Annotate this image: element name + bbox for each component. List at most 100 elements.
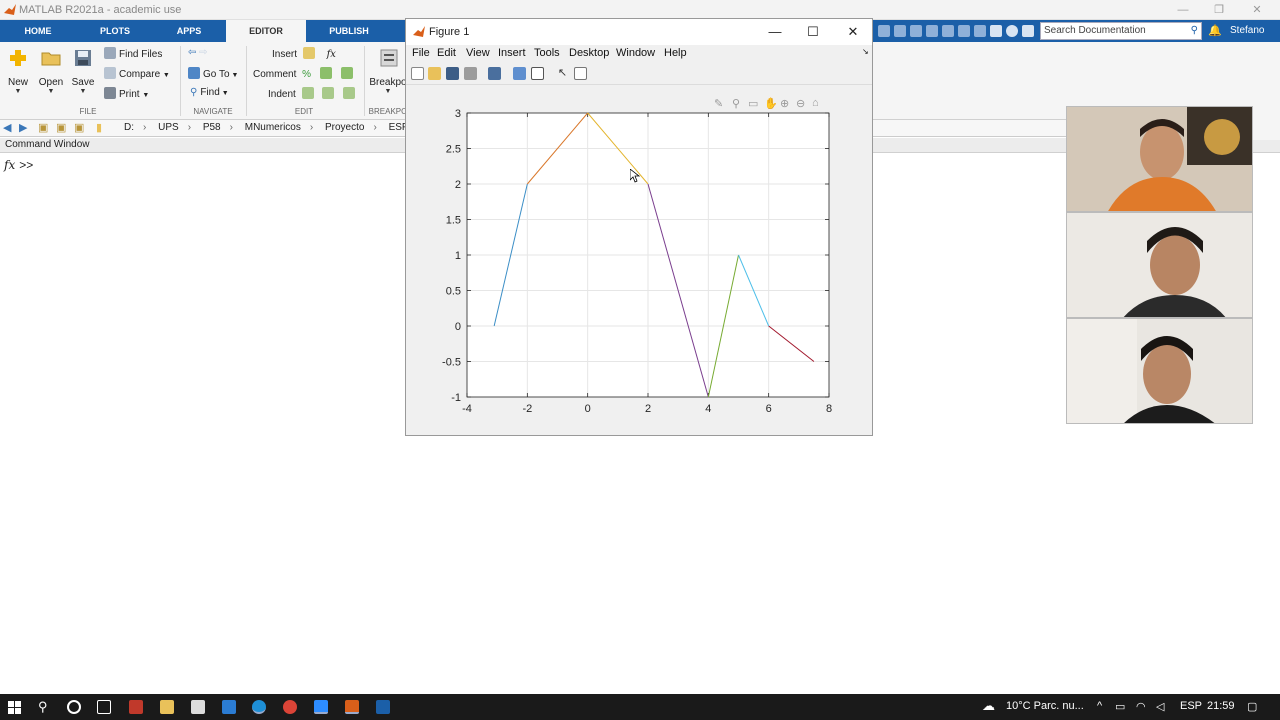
forward-arrow-icon[interactable]: ▶ [19,121,27,134]
close-button[interactable]: ✕ [1242,2,1272,18]
figure-minimize-button[interactable]: — [762,23,788,41]
figure-maximize-button[interactable]: ☐ [800,23,826,41]
weather-cloud-icon[interactable]: ☁ [982,698,995,714]
print-figure-icon[interactable] [464,67,477,80]
restore-button[interactable]: ❐ [1204,2,1234,18]
up-folder-icon[interactable]: ▣ [38,121,48,134]
quick-access-icon[interactable] [974,25,986,37]
plot-axes[interactable]: -4 -2 0 2 4 6 8 -1 -0.5 0 0.5 1 1.5 2 2.5 3 [406,85,872,435]
menu-insert[interactable]: Insert [498,47,526,59]
menu-file[interactable]: File [412,47,430,59]
wifi-icon[interactable]: ◠ [1136,700,1146,713]
windows-start-icon[interactable] [8,701,21,714]
app-icon[interactable] [129,700,143,714]
layout-icon[interactable] [990,25,1002,37]
menu-view[interactable]: View [466,47,490,59]
mail-icon[interactable] [222,700,236,714]
volume-icon[interactable]: ◁ [1156,700,1164,713]
tab-editor[interactable]: EDITOR [226,20,306,42]
indent-button[interactable]: Indent [268,87,358,100]
task-view-icon[interactable] [97,700,111,714]
network-icon[interactable]: ▭ [1115,700,1125,713]
wrap-comment-icon[interactable] [340,67,353,79]
figure-taskbar-icon[interactable] [376,700,390,714]
insert-legend-icon[interactable] [531,67,544,80]
breadcrumb-item[interactable]: MNumericos [245,122,301,133]
tab-publish[interactable]: PUBLISH [318,20,380,42]
store-icon[interactable] [191,700,205,714]
search-icon[interactable]: ⚲ [38,700,52,714]
back-arrow-icon[interactable]: ◀ [3,121,11,134]
weather-text[interactable]: 10°C Parc. nu... [1006,700,1084,712]
find-files-button[interactable]: Find Files [104,47,162,60]
insert-colorbar-icon[interactable] [513,67,526,80]
menu-desktop[interactable]: Desktop [569,47,609,59]
breadcrumb-item[interactable]: UPS [158,122,179,133]
breadcrumb-item[interactable]: D: [124,122,134,133]
print-button[interactable]: Print ▼ [104,87,149,100]
fx-icon[interactable]: fx [327,49,336,60]
search-icon[interactable]: ⚲ [1191,23,1198,39]
printer-icon [104,87,116,99]
goto-button[interactable]: Go To ▼ [188,67,238,80]
chrome-browser-icon[interactable] [283,700,297,714]
property-inspector-icon[interactable] [574,67,587,80]
clock-time[interactable]: 21:59 [1207,700,1235,712]
decrease-indent-icon[interactable] [343,87,356,99]
tab-apps[interactable]: APPS [166,20,212,42]
link-plot-icon[interactable] [488,67,501,80]
quick-access-icon[interactable] [926,25,938,37]
open-file-icon[interactable] [428,67,441,80]
quick-access-icon[interactable] [958,25,970,37]
show-hidden-icons-icon[interactable]: ^ [1097,700,1102,712]
edge-browser-icon[interactable] [252,700,266,714]
search-documentation-input[interactable]: Search Documentation ⚲ [1040,22,1202,40]
new-button[interactable]: New ▼ [4,48,32,95]
help-icon[interactable] [1006,25,1018,37]
find-button[interactable]: ⚲ Find ▼ [190,87,229,98]
input-language[interactable]: ESP [1180,700,1202,712]
breadcrumb-item[interactable]: P58 [203,122,221,133]
user-account-menu[interactable]: Stefano [1230,25,1264,36]
open-button[interactable]: Open ▼ [36,48,66,95]
breakpoints-button[interactable]: Breakpo ▼ [368,48,408,95]
increase-indent-icon[interactable] [322,87,335,99]
browse-folder-icon[interactable]: ▣ [74,121,84,134]
comment-button[interactable]: Comment % [253,67,356,80]
menu-help[interactable]: Help [664,47,687,59]
back-forward-nav[interactable]: ⇦ ⇨ [188,47,208,58]
fx-icon[interactable]: fx [4,158,15,172]
edit-plot-pointer-icon[interactable]: ↖ [556,67,569,80]
uncomment-icon[interactable] [319,67,332,79]
figure-close-button[interactable]: ✕ [840,23,866,41]
tab-home[interactable]: HOME [14,20,62,42]
dock-arrow-icon[interactable]: ↘ [862,47,869,56]
insert-button[interactable]: Insert fx [272,47,336,60]
folder-icon[interactable]: ▣ [56,121,66,134]
quick-access-icon[interactable] [942,25,954,37]
back-arrow-icon[interactable]: ⇦ [188,47,196,58]
matlab-taskbar-icon[interactable] [345,700,359,714]
save-figure-icon[interactable] [446,67,459,80]
quick-access-icon[interactable] [894,25,906,37]
minimize-button[interactable]: — [1168,2,1198,18]
notifications-icon[interactable]: ▢ [1247,700,1257,713]
menu-tools[interactable]: Tools [534,47,560,59]
chevron-down-icon: ▼ [384,88,392,95]
command-prompt[interactable]: fx >> [4,158,33,172]
quick-access-icon[interactable] [910,25,922,37]
quick-access-icon[interactable] [878,25,890,37]
forward-arrow-icon[interactable]: ⇨ [199,47,207,58]
settings-icon[interactable] [1022,25,1034,37]
file-explorer-icon[interactable] [160,700,174,714]
notification-bell-icon[interactable]: 🔔 [1208,24,1222,37]
cortana-icon[interactable] [67,700,81,714]
tab-plots[interactable]: PLOTS [90,20,140,42]
save-button[interactable]: Save ▼ [70,48,96,95]
menu-window[interactable]: Window [616,47,655,59]
new-figure-icon[interactable] [411,67,424,80]
menu-edit[interactable]: Edit [437,47,456,59]
breadcrumb-item[interactable]: Proyecto [325,122,364,133]
compare-button[interactable]: Compare ▼ [104,67,170,80]
zoom-meeting-icon[interactable] [314,700,328,714]
